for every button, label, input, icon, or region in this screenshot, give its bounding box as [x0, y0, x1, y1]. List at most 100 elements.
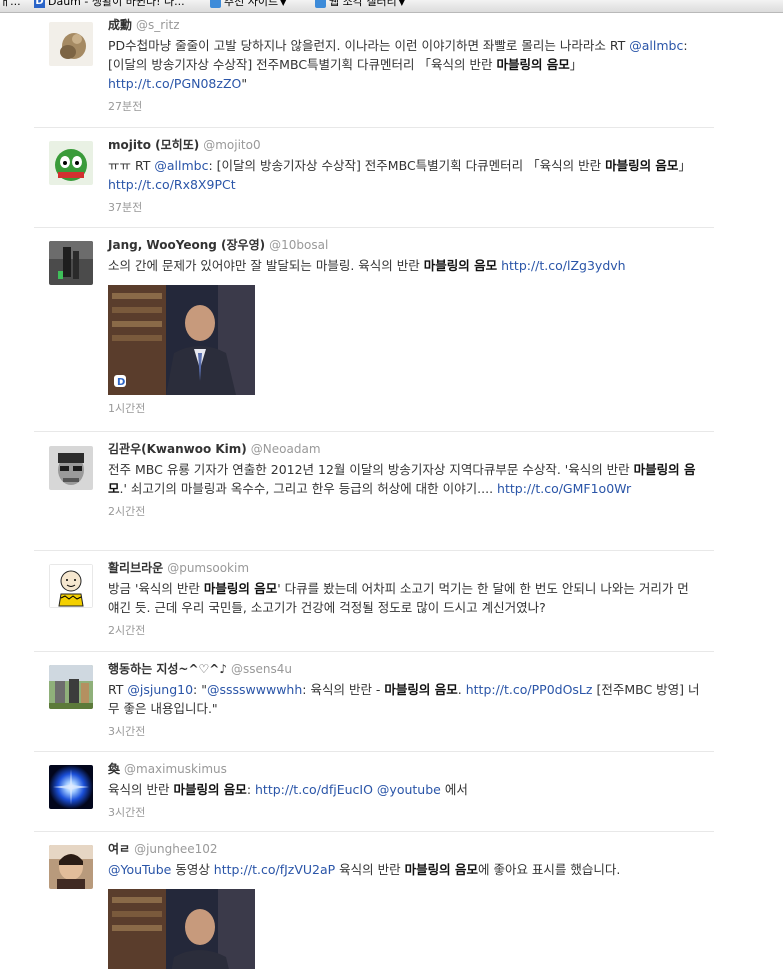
user-name[interactable]: 김관우(Kwanwoo Kim) [108, 442, 247, 456]
url-link[interactable]: http://t.co/PGN08zZO [108, 76, 241, 91]
favorites-item-fragment[interactable]: ㅐ... [0, 0, 21, 8]
tweet-text: 육식의 반란 마블링의 음모: http://t.co/dfjEucIO @yo… [108, 780, 704, 799]
text-segment: 에서 [440, 782, 468, 797]
user-handle[interactable]: @junghee102 [134, 842, 217, 856]
tweet-item[interactable]: 奐 @maximuskimus 육식의 반란 마블링의 음모: http://t.… [34, 752, 714, 832]
mention-link[interactable]: @jsjung10 [127, 682, 193, 697]
user-name[interactable]: 행동하는 지성~^♡^♪ [108, 662, 227, 676]
ie-page-icon [210, 0, 221, 8]
user-handle[interactable]: @pumsookim [167, 561, 249, 575]
text-segment: 소의 간에 문제가 있어야만 잘 발달되는 마블링. 육식의 반란 [108, 258, 424, 273]
avatar[interactable] [49, 141, 93, 185]
timestamp[interactable]: 1시간전 [108, 401, 704, 417]
avatar[interactable] [49, 22, 93, 66]
avatar[interactable] [49, 446, 93, 490]
text-segment: .' 쇠고기의 마블링과 옥수수, 그리고 한우 등급의 허상에 대한 이야기.… [119, 481, 498, 496]
tweet-item[interactable]: 김관우(Kwanwoo Kim) @Neoadam 전주 MBC 유룡 기자가 연… [34, 432, 714, 551]
tweet-header: 成勳 @s_ritz [108, 16, 704, 34]
user-name[interactable]: mojito (모히또) [108, 138, 199, 152]
tweet-header: 여ㄹ @junghee102 [108, 840, 704, 858]
tweet-text: PD수첩마냥 줄줄이 고발 당하지나 않을런지. 이나라는 이런 이야기하면 좌… [108, 36, 704, 93]
avatar-image [49, 765, 93, 809]
tweet-content: Jang, WooYeong (장우영) @10bosal 소의 간에 문제가 있… [108, 236, 704, 417]
avatar-image [49, 845, 93, 889]
user-handle[interactable]: @mojito0 [203, 138, 260, 152]
mention-link[interactable]: @allmbc [629, 38, 683, 53]
favorites-item-daum[interactable]: D Daum - 생활이 바뀐다! 나... [34, 0, 185, 8]
user-handle[interactable]: @Neoadam [251, 442, 321, 456]
tweet-item[interactable]: 활리브라운 @pumsookim 방금 '육식의 반란 마블링의 음모' 다큐를 … [34, 551, 714, 652]
avatar[interactable] [49, 241, 93, 285]
video-thumbnail-image: D [108, 285, 255, 395]
avatar-image [49, 446, 93, 490]
highlighted-keyword: 마블링의 음모 [173, 782, 247, 797]
tweet-header: 활리브라운 @pumsookim [108, 559, 704, 577]
user-handle[interactable]: @maximuskimus [124, 762, 227, 776]
tweet-header: mojito (모히또) @mojito0 [108, 136, 704, 154]
user-name[interactable]: 成勳 [108, 18, 132, 32]
avatar[interactable] [49, 665, 93, 709]
user-handle[interactable]: @ssens4u [231, 662, 292, 676]
tweet-item[interactable]: mojito (모히또) @mojito0 ㅠㅠ RT @allmbc: [이달의… [34, 128, 714, 228]
text-segment: " [241, 76, 248, 91]
text-segment: ㅠㅠ RT [108, 158, 155, 173]
text-segment: 방금 '육식의 반란 [108, 581, 204, 596]
tweet-header: 김관우(Kwanwoo Kim) @Neoadam [108, 440, 704, 458]
recommended-label: 추천 사이트 [224, 0, 279, 8]
chevron-down-icon: ▼ [280, 0, 287, 7]
mention-link[interactable]: @allmbc [154, 158, 208, 173]
url-link[interactable]: http://t.co/PP0dOsLz [466, 682, 593, 697]
url-link[interactable]: http://t.co/GMF1o0Wr [497, 481, 631, 496]
timestamp[interactable]: 3시간전 [108, 724, 704, 740]
tweet-text: 전주 MBC 유룡 기자가 연출한 2012년 12월 이달의 방송기자상 지역… [108, 460, 704, 498]
url-link[interactable]: http://t.co/dfjEucIO [255, 782, 373, 797]
highlighted-keyword: 마블링의 음모 [203, 581, 278, 596]
user-name[interactable]: 奐 [108, 762, 120, 776]
tweet-content: 奐 @maximuskimus 육식의 반란 마블링의 음모: http://t.… [108, 760, 704, 821]
tweet-content: 成勳 @s_ritz PD수첩마냥 줄줄이 고발 당하지나 않을런지. 이나라는 … [108, 16, 704, 115]
user-name[interactable]: Jang, WooYeong (장우영) [108, 238, 265, 252]
text-segment: : [이달의 방송기자상 수상작] 전주MBC특별기획 다큐멘터리 「육식의 반… [208, 158, 606, 173]
tweet-content: 김관우(Kwanwoo Kim) @Neoadam 전주 MBC 유룡 기자가 연… [108, 440, 704, 520]
user-name[interactable]: 활리브라운 [108, 561, 163, 575]
user-handle[interactable]: @10bosal [269, 238, 328, 252]
user-name[interactable]: 여ㄹ [108, 842, 130, 856]
mention-link[interactable]: @youtube [377, 782, 441, 797]
tweet-content: 여ㄹ @junghee102 @YouTube 동영상 http://t.co/f… [108, 840, 704, 969]
ie-page-icon [315, 0, 326, 8]
tweet-item[interactable]: Jang, WooYeong (장우영) @10bosal 소의 간에 문제가 있… [34, 228, 714, 432]
tweet-content: 활리브라운 @pumsookim 방금 '육식의 반란 마블링의 음모' 다큐를 … [108, 559, 704, 639]
video-thumbnail[interactable]: D [108, 285, 255, 395]
url-link[interactable]: http://t.co/lZg3ydvh [501, 258, 625, 273]
avatar[interactable] [49, 845, 93, 889]
tweet-item[interactable]: 成勳 @s_ritz PD수첩마냥 줄줄이 고발 당하지나 않을런지. 이나라는 … [34, 8, 714, 128]
avatar[interactable] [49, 564, 93, 608]
tweet-text: ㅠㅠ RT @allmbc: [이달의 방송기자상 수상작] 전주MBC특별기획… [108, 156, 704, 194]
daum-icon: D [34, 0, 45, 8]
tweet-item[interactable]: 행동하는 지성~^♡^♪ @ssens4u RT @jsjung10: "@sss… [34, 652, 714, 752]
timestamp[interactable]: 3시간전 [108, 805, 704, 821]
timestamp[interactable]: 2시간전 [108, 623, 704, 639]
timestamp[interactable]: 2시간전 [108, 504, 704, 520]
mention-link[interactable]: @sssswwwwhh [207, 682, 302, 697]
tweet-text: 방금 '육식의 반란 마블링의 음모' 다큐를 봤는데 어차피 소고기 먹기는 … [108, 579, 704, 617]
timestamp[interactable]: 27분전 [108, 99, 704, 115]
url-link[interactable]: http://t.co/Rx8X9PCt [108, 177, 236, 192]
highlighted-keyword: 마블링의 음모 [404, 862, 478, 877]
avatar-image [49, 564, 93, 608]
avatar[interactable] [49, 765, 93, 809]
highlighted-keyword: 마블링의 음모 [496, 57, 570, 72]
text-segment: 」 [678, 158, 691, 173]
text-segment: 에 좋아요 표시를 했습니다. [477, 862, 621, 877]
timestamp[interactable]: 37분전 [108, 200, 704, 216]
text-segment: 육식의 반란 [108, 782, 174, 797]
video-thumbnail[interactable] [108, 889, 255, 969]
text-segment: PD수첩마냥 줄줄이 고발 당하지나 않을런지. 이나라는 이런 이야기하면 좌… [108, 38, 630, 53]
url-link[interactable]: http://t.co/fJzVU2aP [214, 862, 335, 877]
tweet-item[interactable]: 여ㄹ @junghee102 @YouTube 동영상 http://t.co/f… [34, 832, 714, 969]
text-segment: 」 [569, 57, 583, 72]
avatar-image [49, 22, 93, 66]
user-handle[interactable]: @s_ritz [136, 18, 180, 32]
mention-link[interactable]: @YouTube [108, 862, 171, 877]
highlighted-keyword: 마블링의 음모 [605, 158, 679, 173]
